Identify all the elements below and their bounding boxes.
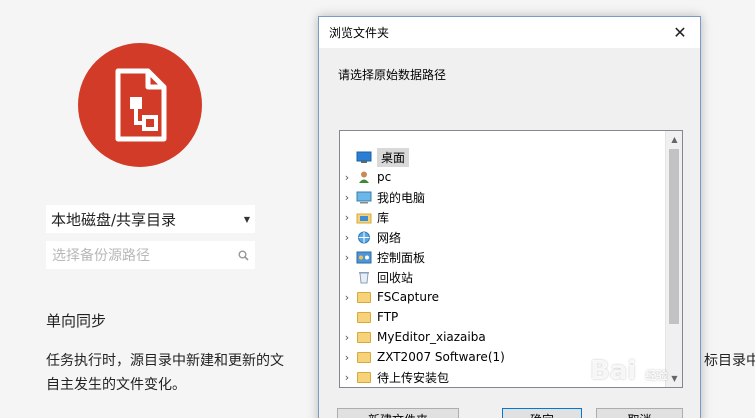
network-icon [356,230,372,244]
source-path-input[interactable]: 选择备份源路径 [46,241,255,269]
watermark: Bai 经验 [590,356,667,386]
tree-item-label: 回收站 [377,270,414,285]
folder-icon [356,350,372,364]
tree-item[interactable]: › ZXT2007 Software(1) [340,347,505,367]
chevron-right-icon[interactable]: › [340,231,354,244]
folder-icon [356,310,372,324]
dialog-titlebar: 浏览文件夹 ✕ [319,17,700,48]
dialog-prompt: 请选择原始数据路径 [338,68,447,82]
desktop-icon [356,150,372,164]
dropdown-arrow-icon: ▼ [243,214,250,224]
folder-icon [356,370,372,384]
chevron-right-icon[interactable]: › [340,371,354,384]
tree-item-label: 库 [377,210,390,225]
tree-item-label: 我的电脑 [377,190,426,205]
cancel-button[interactable]: 取消 [596,408,683,418]
computer-icon [356,190,372,204]
scroll-down-icon[interactable]: ▼ [666,370,682,387]
user-icon [356,170,372,184]
page: 本地磁盘/共享目录 ▼ 选择备份源路径 单向同步 任务执行时，源目录中新建和更新… [0,0,755,418]
scroll-up-icon[interactable]: ▲ [666,131,682,148]
sync-description-line1: 任务执行时，源目录中新建和更新的文 [46,353,284,369]
tree-item-label: FSCapture [377,290,440,304]
tree-item-label: 待上传安装包 [377,370,450,385]
sync-mode-label: 单向同步 [46,312,107,330]
scroll-thumb[interactable] [669,149,679,324]
tree-item[interactable]: › FSCapture [340,287,439,307]
library-icon [356,210,372,224]
chevron-right-icon[interactable]: › [340,331,354,344]
source-path-placeholder: 选择备份源路径 [52,248,150,264]
tree-item[interactable]: ›工具 [340,387,401,388]
tree-item-label: ZXT2007 Software(1) [377,350,505,364]
search-icon [238,250,249,261]
tree-item-label: pc [377,170,392,184]
recycle-bin-icon [356,270,372,284]
folder-tree[interactable]: 桌面 › pc › 我的电脑 › 库 › 网络 › 控制面板 回收站 › FSCapture FTP › MyE… [339,130,683,388]
folder-icon [356,330,372,344]
sync-description-line2: 自主发生的文件变化。 [46,377,186,393]
chevron-right-icon[interactable]: › [340,171,354,184]
sync-description-right: 标目录中 [704,353,755,369]
control-panel-icon [356,250,372,264]
tree-item[interactable]: 回收站 [340,267,413,287]
watermark-text: Bai [590,356,637,386]
chevron-right-icon[interactable]: › [340,351,354,364]
tree-item-label: 桌面 [377,147,410,167]
tree-item[interactable]: › 库 [340,207,389,227]
tree-item[interactable]: › 网络 [340,227,401,247]
dialog-title: 浏览文件夹 [329,26,390,40]
tree-scrollbar[interactable]: ▲ ▼ [665,131,682,387]
folder-icon [356,290,372,304]
tree-item[interactable]: 桌面 [340,147,410,167]
tree-item-label: MyEditor_xiazaiba [377,330,486,344]
chevron-right-icon[interactable]: › [340,191,354,204]
new-folder-button[interactable]: 新建文件夹 [337,408,459,418]
chevron-right-icon[interactable]: › [340,291,354,304]
document-share-icon [115,68,167,142]
source-type-select[interactable]: 本地磁盘/共享目录 ▼ [46,205,255,233]
ok-button[interactable]: 确定 [502,408,582,418]
chevron-right-icon[interactable]: › [340,251,354,264]
close-icon[interactable]: ✕ [670,23,690,42]
tree-item[interactable]: › 控制面板 [340,247,425,267]
watermark-sub: 经验 [645,369,668,382]
tree-item-label: 网络 [377,230,402,245]
app-logo [78,43,202,167]
source-type-value: 本地磁盘/共享目录 [51,210,177,229]
tree-item[interactable]: › 我的电脑 [340,187,425,207]
tree-item[interactable]: › MyEditor_xiazaiba [340,327,486,347]
tree-item[interactable]: › 待上传安装包 [340,367,449,387]
tree-item[interactable]: FTP [340,307,398,327]
tree-item[interactable]: › pc [340,167,391,187]
tree-item-label: 控制面板 [377,250,426,265]
chevron-right-icon[interactable]: › [340,211,354,224]
tree-item-label: FTP [377,310,399,324]
